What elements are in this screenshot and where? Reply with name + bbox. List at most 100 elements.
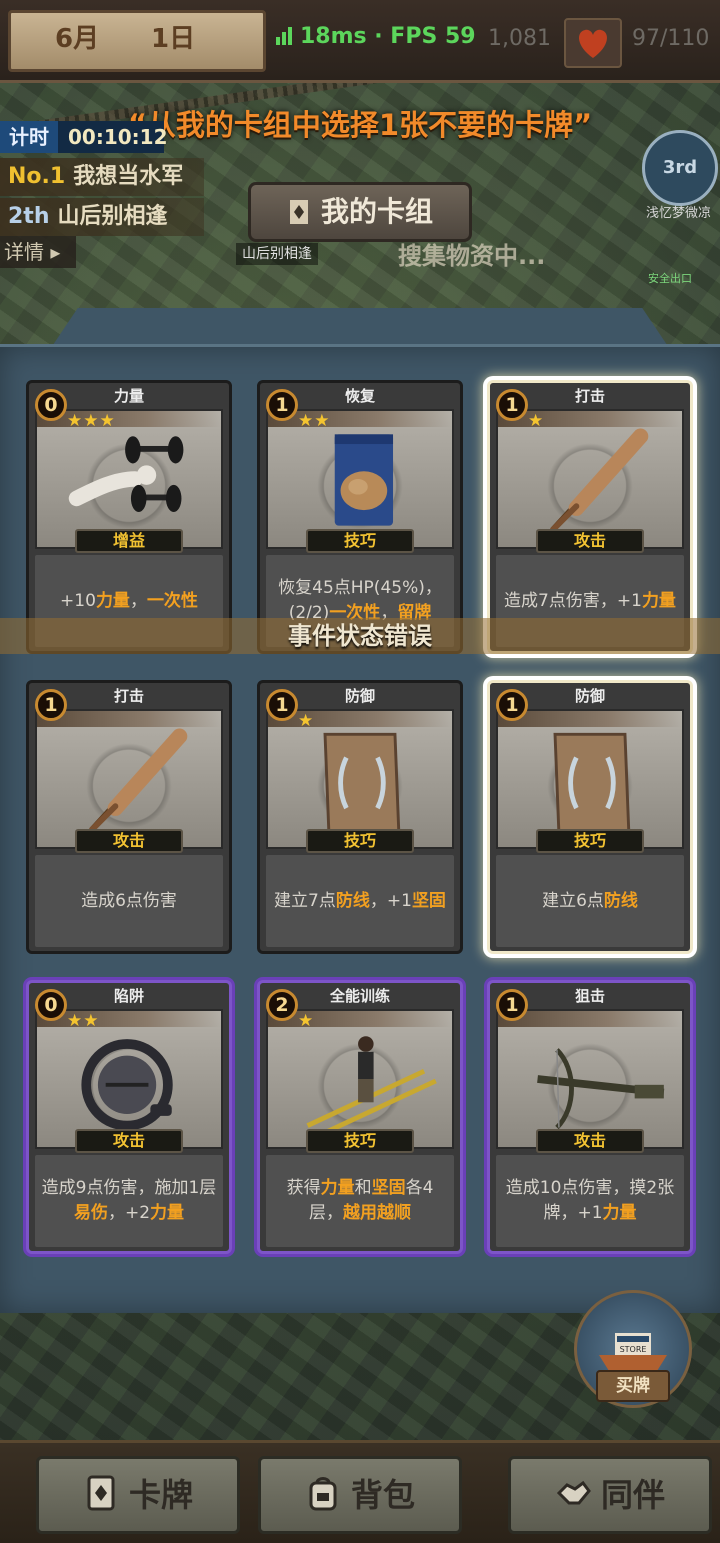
- buy-cards-label[interactable]: 买牌: [596, 1370, 670, 1402]
- rank-row-1: No.1 我想当水军: [0, 158, 204, 196]
- star-rating-icon: ★: [298, 711, 315, 731]
- bag-nav-label: 背包: [350, 1476, 415, 1514]
- coin-count: 1,081: [488, 26, 551, 51]
- rank-number: No.1: [8, 164, 66, 189]
- handshake-icon: [556, 1480, 591, 1505]
- companions-nav-label: 同伴: [600, 1476, 665, 1514]
- keyword-highlight: 一次性: [146, 590, 198, 611]
- card-description: 建立7点防线，+1坚固: [266, 855, 454, 947]
- card-cost: 0: [35, 989, 67, 1021]
- signal-icon: [276, 27, 292, 45]
- keyword-highlight: 力量: [95, 590, 130, 611]
- rank-player-name: 我想当水军: [73, 164, 184, 189]
- crossbow-icon: [537, 1048, 665, 1130]
- card-type-badge: 技巧: [536, 829, 644, 853]
- rank-player-name: 山后别相逢: [57, 204, 168, 229]
- backpack-icon: [309, 1477, 337, 1511]
- description-text: 建立7点: [274, 890, 336, 911]
- date-month: 6月: [55, 24, 100, 54]
- description-text: ，: [129, 590, 147, 611]
- cards-nav-button[interactable]: 卡牌: [36, 1456, 240, 1534]
- card-art: [266, 1009, 454, 1149]
- date-display: 6月 1日: [8, 10, 266, 72]
- keyword-highlight: 坚固: [371, 1178, 406, 1198]
- store-sign: STORE: [620, 1345, 647, 1354]
- fps-text: 18ms · FPS 59: [300, 24, 476, 49]
- star-rating-icon: ★★: [67, 1011, 100, 1031]
- card-type-badge: 攻击: [536, 529, 644, 553]
- card-type-badge: 攻击: [75, 1129, 183, 1153]
- card-1[interactable]: 力量 0 ★★★ 增益 +10力量，一次性: [26, 380, 232, 654]
- cards-icon: [87, 1475, 115, 1511]
- star-rating-icon: ★: [298, 1011, 315, 1031]
- date-day: 1日: [151, 24, 196, 54]
- third-player-avatar[interactable]: 3rd: [642, 130, 718, 206]
- deck-icon: [289, 200, 308, 224]
- card-5[interactable]: 防御 1 ★ 技巧 建立7点防线，+1坚固: [257, 680, 463, 954]
- heart-icon[interactable]: [564, 18, 622, 68]
- top-bar: 6月 1日 18ms · FPS 59 1,081 97/110: [0, 0, 720, 83]
- cards-nav-label: 卡牌: [128, 1476, 193, 1514]
- description-text: ，+2: [107, 1203, 151, 1223]
- card-type-badge: 技巧: [306, 829, 414, 853]
- keyword-highlight: 力量: [641, 590, 676, 611]
- description-text: 造成7点伤害，+1: [504, 590, 642, 611]
- card-3[interactable]: 打击 1 ★ 攻击 造成7点伤害，+1力量: [487, 380, 693, 654]
- card-description: 造成9点伤害，施加1层易伤，+2力量: [35, 1155, 223, 1247]
- description-text: 造成6点伤害: [81, 890, 177, 911]
- card-art: [266, 709, 454, 849]
- keyword-highlight: 越用越顺: [343, 1203, 411, 1223]
- card-cost: 1: [496, 389, 528, 421]
- card-2[interactable]: 恢复 1 ★★ 技巧 恢复45点HP(45%)，(2/2)一次性，留牌: [257, 380, 463, 654]
- card-cost: 2: [266, 989, 298, 1021]
- rank-number: 2th: [8, 204, 50, 229]
- third-player-name: 浅忆梦微凉: [646, 206, 712, 221]
- card-7[interactable]: 陷阱 0 ★★ 攻击 造成9点伤害，施加1层易伤，+2力量: [26, 980, 232, 1254]
- keyword-highlight: 坚固: [411, 890, 446, 911]
- card-art: [266, 409, 454, 549]
- star-rating-icon: ★★★: [67, 411, 116, 431]
- card-type-badge: 技巧: [306, 529, 414, 553]
- description-text: 造成10点伤害，摸2张牌，+1: [505, 1178, 675, 1223]
- card-art: [496, 409, 684, 549]
- timer-label: 计时: [0, 121, 58, 153]
- bag-nav-button[interactable]: 背包: [258, 1456, 462, 1534]
- card-art: [35, 709, 223, 849]
- description-text: +10: [60, 590, 96, 611]
- card-description: 建立6点防线: [496, 855, 684, 947]
- card-type-badge: 攻击: [75, 829, 183, 853]
- hp-value: 97/110: [632, 26, 710, 51]
- timer-value: 00:10:12: [58, 121, 168, 153]
- details-button[interactable]: 详情 ▸: [0, 236, 76, 268]
- card-description: 获得力量和坚固各4层，越用越顺: [266, 1155, 454, 1247]
- card-description: 造成6点伤害: [35, 855, 223, 947]
- card-4[interactable]: 打击 1 攻击 造成6点伤害: [26, 680, 232, 954]
- keyword-highlight: 防线: [335, 890, 370, 911]
- network-status: 18ms · FPS 59: [276, 24, 476, 49]
- card-cost: 1: [496, 989, 528, 1021]
- location-label: 山后别相逢: [236, 243, 318, 265]
- star-rating-icon: ★★: [298, 411, 331, 431]
- card-cost: 1: [496, 689, 528, 721]
- description-text: 建立6点: [542, 890, 604, 911]
- card-9[interactable]: 狙击 1 攻击 造成10点伤害，摸2张牌，+1力量: [487, 980, 693, 1254]
- keyword-highlight: 力量: [150, 1203, 185, 1223]
- description-text: 获得: [286, 1178, 321, 1198]
- deck-tab-label: 我的卡组: [320, 195, 433, 228]
- shield-icon: [553, 732, 631, 835]
- card-description: 造成10点伤害，摸2张牌，+1力量: [496, 1155, 684, 1247]
- description-text: ，+1: [369, 890, 412, 911]
- keyword-highlight: 力量: [602, 1203, 637, 1223]
- my-deck-tab: 我的卡组: [248, 182, 472, 242]
- card-6[interactable]: 防御 1 技巧 建立6点防线: [487, 680, 693, 954]
- card-8[interactable]: 全能训练 2 ★ 技巧 获得力量和坚固各4层，越用越顺: [257, 980, 463, 1254]
- bat-icon: [550, 428, 649, 533]
- card-cost: 1: [266, 689, 298, 721]
- companions-nav-button[interactable]: 同伴: [508, 1456, 712, 1534]
- card-cost: 0: [35, 389, 67, 421]
- card-type-badge: 技巧: [306, 1129, 414, 1153]
- description-text: 和: [354, 1178, 372, 1198]
- keyword-highlight: 力量: [320, 1178, 355, 1198]
- shield-icon: [323, 732, 401, 835]
- cookie-bag-icon: [334, 434, 394, 526]
